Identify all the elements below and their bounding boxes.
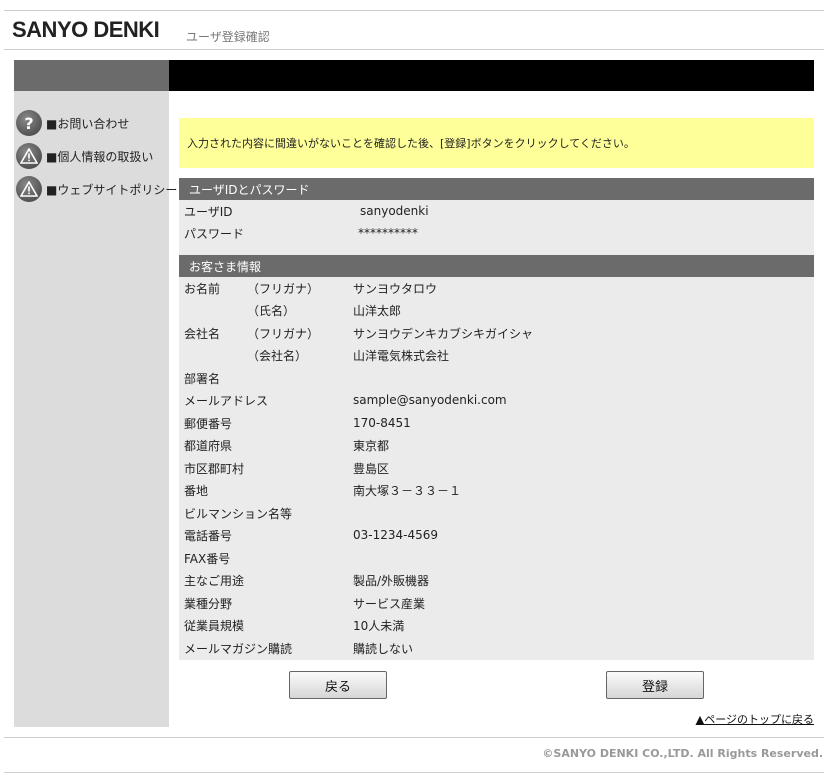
field-label: 部署名 (184, 371, 221, 386)
sidebar-item-label: ■個人情報の取扱い (46, 149, 154, 164)
question-icon: ? (16, 110, 42, 136)
field-label: 主なご用途 (184, 573, 245, 588)
sidebar-header-bar (14, 60, 169, 91)
section-heading-customer: お客さま情報 (179, 255, 814, 277)
register-button[interactable]: 登録 (606, 671, 704, 699)
company-label: 会社名 (184, 326, 221, 341)
field-label: 電話番号 (184, 528, 233, 543)
field-value: 東京都 (353, 438, 390, 453)
field-label: FAX番号 (184, 551, 231, 566)
field-value: sample@sanyodenki.com (353, 393, 507, 407)
company-sublabel: （会社名） (247, 348, 308, 363)
header-top-divider (4, 10, 824, 11)
field-label: 郵便番号 (184, 416, 233, 431)
header-bottom-divider (4, 49, 824, 50)
sidebar-item-label: ■お問い合わせ (46, 116, 130, 131)
field-value: 製品/外販機器 (353, 573, 430, 588)
page-top-link[interactable]: ▲ページのトップに戻る (696, 711, 814, 727)
field-label: ビルマンション名等 (184, 506, 293, 521)
sidebar-item-contact[interactable]: ? ■お問い合わせ (16, 110, 129, 136)
company-kana-sublabel: （フリガナ） (247, 326, 320, 341)
sidebar-item-website-policy[interactable]: ■ウェブサイトポリシー (16, 176, 177, 202)
footer-bottom-divider (4, 772, 824, 773)
field-label: 市区郡町村 (184, 461, 245, 476)
field-value: 豊島区 (353, 461, 390, 476)
sanyo-denki-logo[interactable]: SANYO DENKI (12, 17, 160, 43)
warning-icon (16, 143, 42, 169)
sidebar-item-privacy[interactable]: ■個人情報の取扱い (16, 143, 153, 169)
company-value: 山洋電気株式会社 (353, 348, 450, 363)
password-label: パスワード (184, 226, 245, 241)
field-value: 購読しない (353, 641, 414, 656)
name-label: お名前 (184, 281, 221, 296)
page-title: ユーザ登録確認 (186, 30, 270, 44)
sidebar: ? ■お問い合わせ ■個人情報の取扱い ■ウェブサイトポリシー (14, 60, 177, 727)
field-label: 番地 (184, 483, 209, 498)
content-header-bar (169, 60, 814, 91)
back-button[interactable]: 戻る (289, 671, 387, 699)
sidebar-item-label: ■ウェブサイトポリシー (46, 182, 178, 197)
field-label: 従業員規模 (184, 618, 245, 633)
customer-section: お名前 （フリガナ） サンヨウタロウ （氏名） 山洋太郎 会社名 （フリガナ） … (179, 277, 814, 660)
field-value: 170-8451 (353, 416, 411, 430)
company-kana-value: サンヨウデンキカブシキガイシャ (353, 326, 534, 341)
name-sublabel: （氏名） (247, 303, 296, 318)
name-kana-value: サンヨウタロウ (353, 281, 438, 296)
account-section: ユーザID sanyodenki パスワード ********** (179, 200, 814, 255)
warning-icon (16, 176, 42, 202)
name-value: 山洋太郎 (353, 303, 402, 318)
copyright-text: ©SANYO DENKI CO.,LTD. All Rights Reserve… (542, 747, 823, 760)
field-label: メールアドレス (184, 393, 269, 408)
name-kana-sublabel: （フリガナ） (247, 281, 320, 296)
field-value: 03-1234-4569 (353, 528, 439, 542)
user-id-value: sanyodenki (360, 204, 429, 218)
user-id-label: ユーザID (184, 204, 233, 219)
footer-divider (4, 737, 824, 738)
field-label: 業種分野 (184, 596, 233, 611)
field-value: 10人未満 (353, 618, 405, 633)
confirmation-notice: 入力された内容に間違いがないことを確認した後、[登録]ボタンをクリックしてくださ… (179, 118, 814, 168)
field-label: 都道府県 (184, 438, 233, 453)
field-value: サービス産業 (353, 596, 426, 611)
field-value: 南大塚３－３３－１ (353, 483, 462, 498)
password-value: ********** (358, 226, 418, 240)
section-heading-account: ユーザIDとパスワード (179, 178, 814, 200)
field-label: メールマガジン購読 (184, 641, 293, 656)
